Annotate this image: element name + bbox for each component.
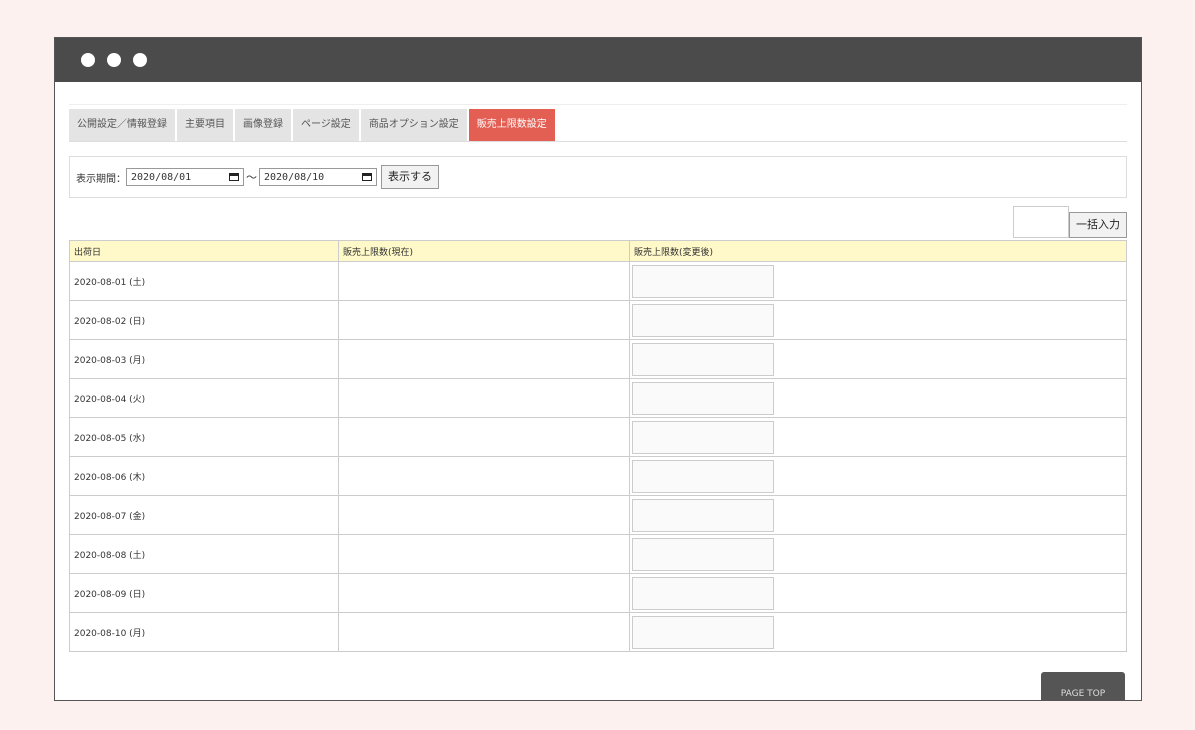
new-limit-cell xyxy=(629,417,1127,457)
end-date-input[interactable]: 2020/08/10 xyxy=(259,168,377,186)
new-limit-cell xyxy=(629,612,1127,652)
header-current-limit: 販売上限数(現在) xyxy=(338,240,630,262)
new-limit-cell xyxy=(629,378,1127,418)
new-limit-input[interactable] xyxy=(632,420,774,454)
table-header-row: 出荷日 販売上限数(現在) 販売上限数(変更後) xyxy=(69,240,1127,262)
new-limit-input[interactable] xyxy=(632,303,774,337)
current-limit-cell xyxy=(338,456,630,496)
table-row: 2020-08-04 (火) xyxy=(69,378,1127,418)
current-limit-cell xyxy=(338,495,630,535)
window-dot-icon[interactable] xyxy=(133,53,147,67)
tab-product-options[interactable]: 商品オプション設定 xyxy=(360,109,467,141)
table-row: 2020-08-06 (木) xyxy=(69,456,1127,496)
bulk-value-input[interactable] xyxy=(1013,206,1069,238)
sales-limit-table: 出荷日 販売上限数(現在) 販売上限数(変更後) 2020-08-01 (土) … xyxy=(69,240,1127,652)
table-row: 2020-08-03 (月) xyxy=(69,339,1127,379)
ship-date-cell: 2020-08-04 (火) xyxy=(69,378,339,418)
ship-date-cell: 2020-08-05 (水) xyxy=(69,417,339,457)
current-limit-cell xyxy=(338,378,630,418)
divider xyxy=(69,104,1127,105)
new-limit-cell xyxy=(629,261,1127,301)
new-limit-input[interactable] xyxy=(632,576,774,610)
new-limit-cell xyxy=(629,300,1127,340)
new-limit-cell xyxy=(629,339,1127,379)
new-limit-input[interactable] xyxy=(632,381,774,415)
ship-date-cell: 2020-08-07 (金) xyxy=(69,495,339,535)
current-limit-cell xyxy=(338,573,630,613)
header-new-limit: 販売上限数(変更後) xyxy=(629,240,1127,262)
current-limit-cell xyxy=(338,417,630,457)
new-limit-cell xyxy=(629,534,1127,574)
ship-date-cell: 2020-08-08 (土) xyxy=(69,534,339,574)
window-dot-icon[interactable] xyxy=(107,53,121,67)
tab-main-items[interactable]: 主要項目 xyxy=(177,109,233,141)
new-limit-input[interactable] xyxy=(632,498,774,532)
new-limit-cell xyxy=(629,456,1127,496)
current-limit-cell xyxy=(338,612,630,652)
start-date-input[interactable]: 2020/08/01 xyxy=(126,168,244,186)
start-date-value: 2020/08/01 xyxy=(131,171,192,183)
end-date-value: 2020/08/10 xyxy=(264,171,325,183)
table-row: 2020-08-02 (日) xyxy=(69,300,1127,340)
new-limit-input[interactable] xyxy=(632,537,774,571)
page-top-button[interactable]: PAGE TOP xyxy=(1041,672,1125,700)
settings-tabs: 公開設定／情報登録 主要項目 画像登録 ページ設定 商品オプション設定 販売上限… xyxy=(69,109,1127,142)
new-limit-input[interactable] xyxy=(632,615,774,649)
current-limit-cell xyxy=(338,339,630,379)
calendar-icon[interactable] xyxy=(362,173,372,181)
new-limit-input[interactable] xyxy=(632,342,774,376)
ship-date-cell: 2020-08-06 (木) xyxy=(69,456,339,496)
bulk-input-button[interactable]: 一括入力 xyxy=(1069,212,1127,238)
window-dot-icon[interactable] xyxy=(81,53,95,67)
new-limit-input[interactable] xyxy=(632,459,774,493)
current-limit-cell xyxy=(338,534,630,574)
period-label: 表示期間： xyxy=(76,173,126,185)
calendar-icon[interactable] xyxy=(229,173,239,181)
table-row: 2020-08-05 (水) xyxy=(69,417,1127,457)
browser-window: 公開設定／情報登録 主要項目 画像登録 ページ設定 商品オプション設定 販売上限… xyxy=(54,37,1142,701)
tab-page-settings[interactable]: ページ設定 xyxy=(293,109,359,141)
new-limit-cell xyxy=(629,495,1127,535)
tab-sales-limit[interactable]: 販売上限数設定 xyxy=(468,109,555,141)
header-ship-date: 出荷日 xyxy=(69,240,339,262)
table-row: 2020-08-08 (土) xyxy=(69,534,1127,574)
table-row: 2020-08-01 (土) xyxy=(69,261,1127,301)
bulk-input-row: 一括入力 xyxy=(69,206,1127,240)
new-limit-input[interactable] xyxy=(632,264,774,298)
tab-publish-info[interactable]: 公開設定／情報登録 xyxy=(69,109,175,141)
ship-date-cell: 2020-08-03 (月) xyxy=(69,339,339,379)
table-row: 2020-08-09 (日) xyxy=(69,573,1127,613)
window-titlebar xyxy=(55,38,1141,82)
ship-date-cell: 2020-08-10 (月) xyxy=(69,612,339,652)
date-filter-bar: 表示期間： 2020/08/01 ～ 2020/08/10 表示する xyxy=(69,156,1127,198)
ship-date-cell: 2020-08-09 (日) xyxy=(69,573,339,613)
ship-date-cell: 2020-08-01 (土) xyxy=(69,261,339,301)
table-row: 2020-08-07 (金) xyxy=(69,495,1127,535)
tab-image-registration[interactable]: 画像登録 xyxy=(235,109,291,141)
current-limit-cell xyxy=(338,300,630,340)
new-limit-cell xyxy=(629,573,1127,613)
date-separator: ～ xyxy=(246,171,257,184)
current-limit-cell xyxy=(338,261,630,301)
ship-date-cell: 2020-08-02 (日) xyxy=(69,300,339,340)
show-button[interactable]: 表示する xyxy=(381,165,439,189)
page-content: 公開設定／情報登録 主要項目 画像登録 ページ設定 商品オプション設定 販売上限… xyxy=(55,104,1141,652)
table-row: 2020-08-10 (月) xyxy=(69,612,1127,652)
